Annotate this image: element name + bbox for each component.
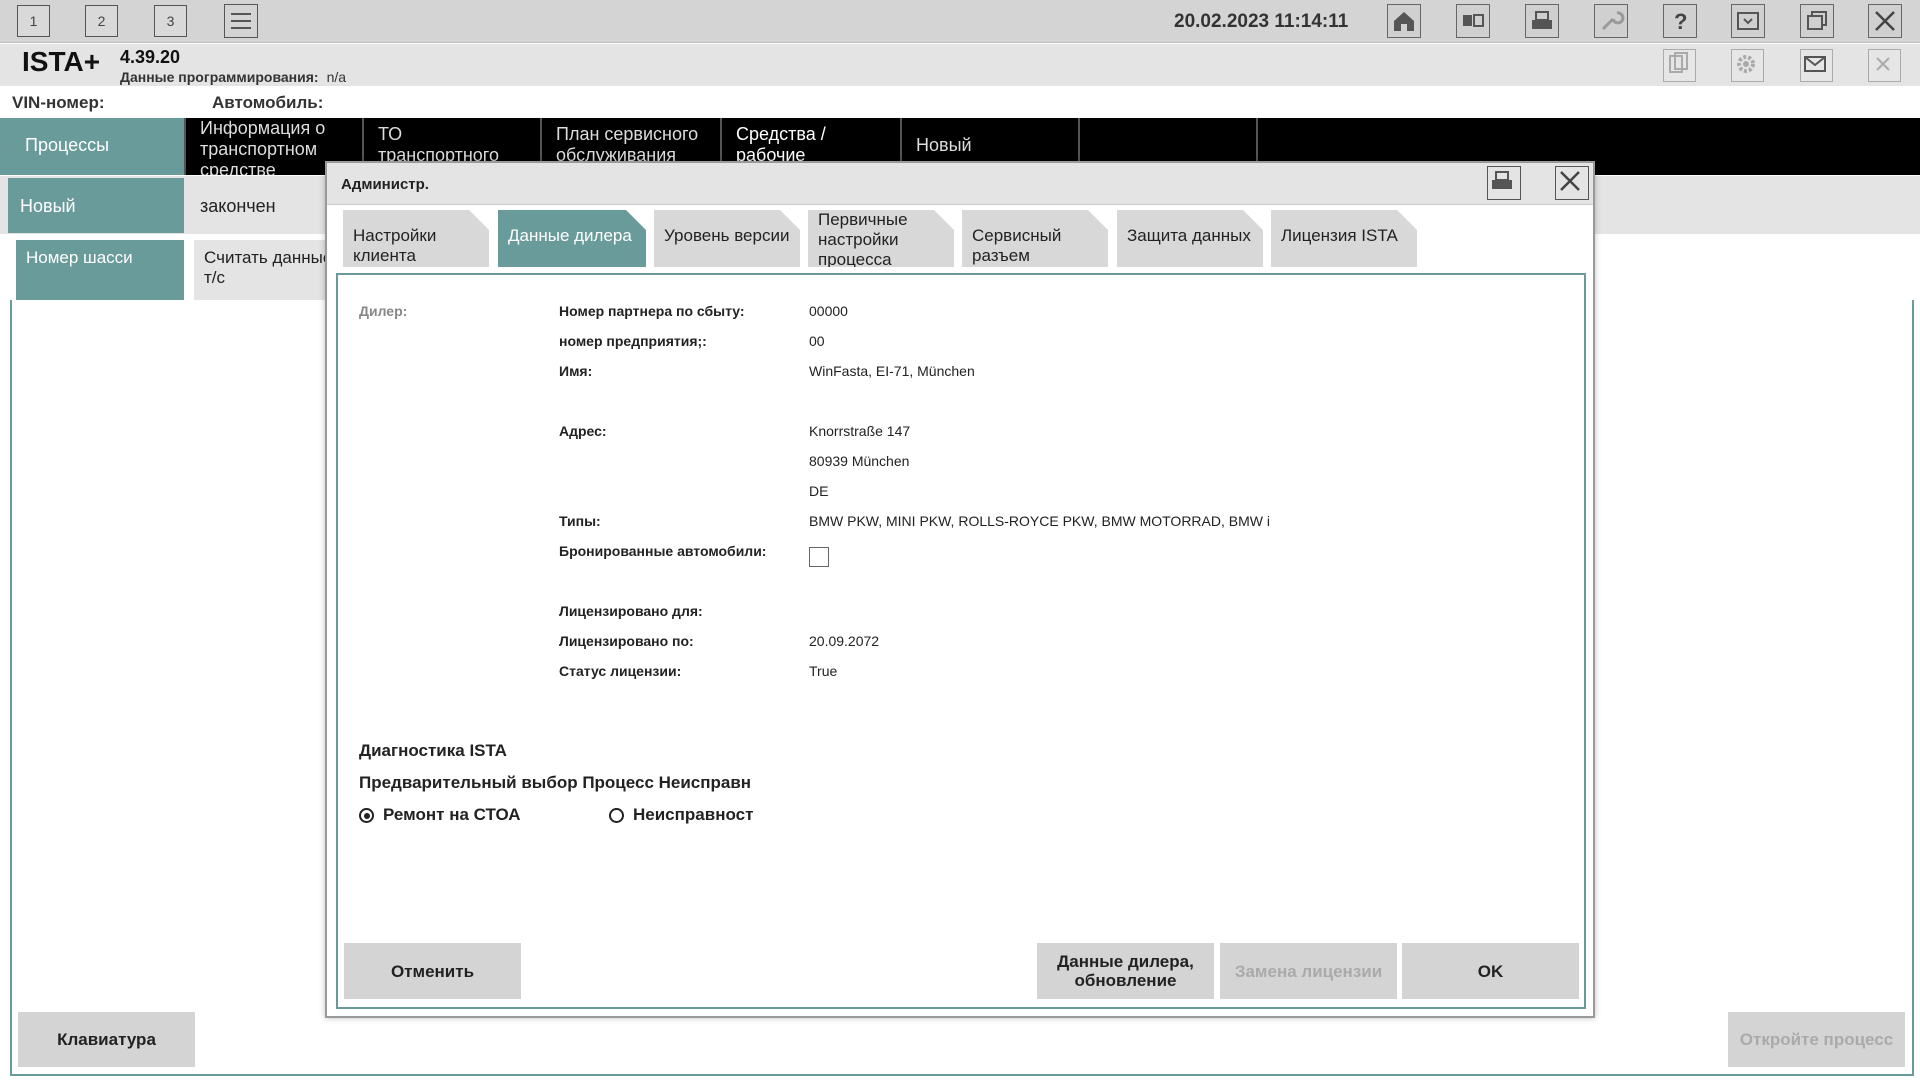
app-version: 4.39.20	[120, 47, 181, 67]
ok-button[interactable]: OK	[1402, 943, 1579, 999]
replace-license-button[interactable]: Замена лицензии	[1220, 943, 1397, 999]
subtab-finished[interactable]: закончен	[188, 178, 348, 233]
repair-radio-label[interactable]: Ремонт на СТОА	[383, 805, 521, 825]
close-session-icon[interactable]	[1868, 49, 1901, 82]
dialog-tab-process-presets[interactable]: Первичные настройки процесса	[808, 210, 954, 267]
company-no-label: номер предприятия;:	[559, 333, 707, 349]
process-preselect-label: Предварительный выбор Процесс Неисправн	[359, 773, 752, 792]
close-icon[interactable]	[1868, 4, 1902, 38]
wrench-icon[interactable]	[1594, 4, 1628, 38]
workspace-1-button[interactable]: 1	[17, 5, 50, 37]
keyboard-button[interactable]: Клавиатура	[18, 1012, 195, 1067]
dialog-tab-dealer-data[interactable]: Данные дилера	[498, 210, 646, 267]
dialog-header: Администр.	[327, 163, 1593, 205]
address-line-2: 80939 München	[809, 453, 910, 469]
dialog-title: Администр.	[341, 176, 429, 193]
car-label: Автомобиль:	[212, 93, 324, 112]
home-icon[interactable]	[1387, 4, 1421, 38]
datetime: 20.02.2023 11:14:11	[1174, 11, 1349, 32]
app-header: ISTA+ 4.39.20 Данные программирования: n/…	[0, 44, 1920, 86]
types-label: Типы:	[559, 513, 601, 529]
workspace-3-button[interactable]: 3	[154, 5, 187, 37]
settings-gear-icon[interactable]	[1731, 49, 1764, 82]
programming-data: Данные программирования: n/a	[120, 69, 347, 85]
partner-no-label: Номер партнера по сбыту:	[559, 303, 745, 319]
reserved-vehicles-checkbox[interactable]	[809, 547, 829, 567]
mail-icon[interactable]	[1800, 49, 1833, 82]
dialog-tab-client-settings[interactable]: Настройки клиента	[343, 210, 489, 267]
fault-radio[interactable]	[609, 808, 624, 823]
types-value: BMW PKW, MINI PKW, ROLLS-ROYCE PKW, BMW …	[809, 513, 1270, 529]
tab-read-vehicle-data[interactable]: Считать данные т/с	[194, 240, 344, 300]
document-copy-icon[interactable]	[1663, 49, 1696, 82]
address-line-1: Knorrstraße 147	[809, 423, 911, 439]
dialog-tab-data-protection[interactable]: Защита данных	[1117, 210, 1263, 267]
licensed-for-label: Лицензировано для:	[559, 603, 703, 619]
print-icon[interactable]	[1525, 4, 1559, 38]
vin-label: VIN-номер:	[12, 93, 105, 112]
dialog-close-icon[interactable]	[1555, 166, 1589, 200]
workspace-2-button[interactable]: 2	[85, 5, 118, 37]
name-value: WinFasta, EI-71, München	[809, 363, 975, 379]
subtab-new[interactable]: Новый	[8, 178, 184, 233]
restore-window-icon[interactable]	[1800, 4, 1834, 38]
dialog-tab-version-level[interactable]: Уровень версии	[654, 210, 800, 267]
company-no-value: 00	[809, 333, 825, 349]
repair-radio[interactable]	[359, 808, 374, 823]
tab-chassis-number[interactable]: Номер шасси	[16, 240, 184, 300]
address-label: Адрес:	[559, 423, 607, 439]
dialog-tab-service-connector[interactable]: Сервисный разъем	[962, 210, 1108, 267]
tab-processes[interactable]: Процессы	[0, 118, 186, 175]
dealer-data-panel: Дилер: Номер партнера по сбыту: 00000 но…	[336, 273, 1586, 1009]
reserved-vehicles-label: Бронированные автомобили:	[559, 543, 767, 559]
dropdown-window-icon[interactable]	[1731, 4, 1765, 38]
dialog-tab-ista-license[interactable]: Лицензия ISTA	[1271, 210, 1417, 267]
licensed-until-value: 20.09.2072	[809, 633, 880, 649]
name-label: Имя:	[559, 363, 593, 379]
address-line-3: DE	[809, 483, 829, 499]
compare-icon[interactable]	[1456, 4, 1490, 38]
help-icon[interactable]: ?	[1663, 4, 1697, 38]
update-dealer-data-button[interactable]: Данные дилера, обновление	[1037, 943, 1214, 999]
partner-no-value: 00000	[809, 303, 848, 319]
cancel-button[interactable]: Отменить	[344, 943, 521, 999]
ista-diagnostics-heading: Диагностика ISTA	[359, 741, 507, 760]
admin-dialog: Администр. Настройки клиента Данные диле…	[325, 161, 1595, 1018]
license-status-label: Статус лицензии:	[559, 663, 682, 679]
svg-text:?: ?	[1674, 9, 1687, 34]
license-status-value: True	[809, 663, 838, 679]
licensed-until-label: Лицензировано по:	[559, 633, 694, 649]
list-icon[interactable]	[224, 4, 258, 38]
app-name: ISTA+	[22, 46, 101, 77]
dealer-label: Дилер:	[359, 303, 408, 319]
fault-radio-label[interactable]: Неисправност	[633, 805, 763, 825]
open-process-button[interactable]: Откройте процесс	[1728, 1012, 1905, 1067]
dialog-print-icon[interactable]	[1487, 166, 1521, 200]
top-toolbar: 1 2 3 20.02.2023 11:14:11 ?	[0, 0, 1920, 43]
